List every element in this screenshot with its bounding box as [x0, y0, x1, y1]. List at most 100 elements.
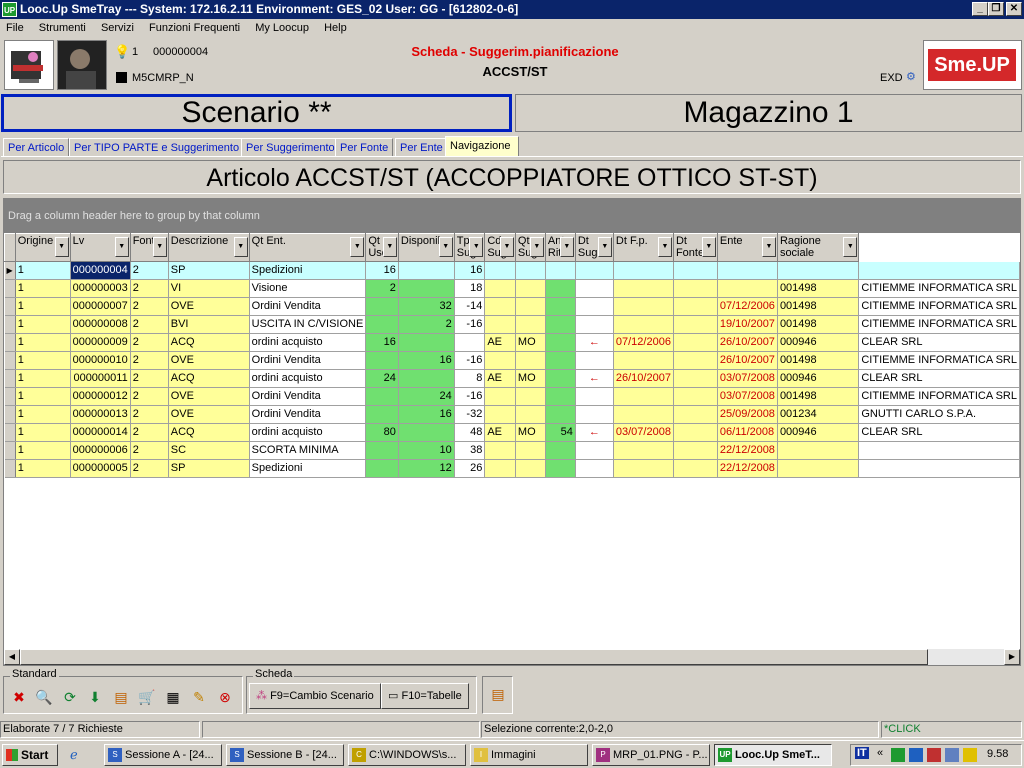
cell-qe[interactable] — [365, 459, 399, 478]
cell-fonte[interactable]: OVE — [168, 405, 250, 424]
cell-desc[interactable]: ordini acquisto — [249, 333, 367, 352]
ie-icon[interactable]: ℯ — [70, 747, 78, 763]
col-cd-sug[interactable]: Cd Sug ▼ — [484, 233, 516, 262]
cell-qu[interactable]: 10 — [398, 441, 455, 460]
cell-cd[interactable] — [515, 279, 546, 298]
table-row[interactable]: 1 000000011 2 ACQ ordini acquisto 24 8 AE MO ← 26/… — [4, 369, 1020, 388]
cell-desc[interactable]: Spedizioni — [249, 459, 367, 478]
cell-dts[interactable] — [613, 459, 674, 478]
edit-icon[interactable]: ▤ — [487, 683, 509, 705]
cell-qu[interactable]: 2 — [398, 315, 455, 334]
task-sessione-b[interactable]: S Sessione B - [24... — [226, 744, 344, 766]
cell-cd[interactable]: MO — [515, 333, 546, 352]
cell-fonte[interactable]: OVE — [168, 387, 250, 406]
chevron-down-icon[interactable]: ▼ — [469, 237, 484, 257]
cell-dtf[interactable]: 03/07/2008 — [717, 387, 778, 406]
tray-network-icon[interactable] — [945, 748, 959, 762]
cell-dtfp[interactable] — [673, 405, 718, 424]
cell-rag[interactable]: CITIEMME INFORMATICA SRL — [858, 315, 1020, 334]
chevron-down-icon[interactable]: ▼ — [597, 237, 612, 257]
cell-o2[interactable]: 000000005 — [70, 459, 131, 478]
task-sessione-a[interactable]: S Sessione A - [24... — [104, 744, 222, 766]
cell-ente[interactable]: 001498 — [777, 351, 860, 370]
cell-qu[interactable]: 32 — [398, 297, 455, 316]
row-selector[interactable] — [4, 423, 16, 442]
cell-qs[interactable] — [545, 369, 576, 388]
horizontal-scrollbar[interactable]: ◀ ▶ — [4, 649, 1020, 665]
tray-tool-icon[interactable] — [963, 748, 977, 762]
cell-o2[interactable]: 000000013 — [70, 405, 131, 424]
cell-dts[interactable] — [613, 297, 674, 316]
cell-o1[interactable]: 1 — [15, 423, 71, 442]
cell-lv[interactable]: 2 — [130, 297, 169, 316]
cell-o1[interactable]: 1 — [15, 351, 71, 370]
cell-qu[interactable]: 16 — [398, 351, 455, 370]
cell-qs[interactable] — [545, 387, 576, 406]
chevron-down-icon[interactable]: ▼ — [701, 237, 716, 257]
col-lv[interactable]: Lv ▼ — [69, 233, 131, 262]
cell-fonte[interactable]: SP — [168, 261, 250, 280]
cell-qe[interactable] — [365, 315, 399, 334]
cell-o1[interactable]: 1 — [15, 279, 71, 298]
cell-o1[interactable]: 1 — [15, 261, 71, 280]
tray-flag-icon[interactable] — [927, 748, 941, 762]
cell-qu[interactable]: 12 — [398, 459, 455, 478]
cell-desc[interactable]: Ordini Vendita — [249, 297, 367, 316]
cell-dtf[interactable]: 22/12/2008 — [717, 441, 778, 460]
cell-dtf[interactable]: 26/10/2007 — [717, 333, 778, 352]
cell-disp[interactable]: 48 — [454, 423, 486, 442]
cell-rag[interactable] — [858, 459, 1020, 478]
row-selector[interactable] — [4, 369, 16, 388]
cell-qs[interactable]: 54 — [545, 423, 576, 442]
col-tp-sug[interactable]: Tp Sug ▼ — [453, 233, 486, 262]
start-button[interactable]: Start — [2, 744, 58, 766]
col-dt-fonte[interactable]: Dt Fonte ▼ — [672, 233, 718, 262]
cell-cd[interactable] — [515, 261, 546, 280]
cell-rag[interactable]: CLEAR SRL — [858, 333, 1020, 352]
cell-disp[interactable]: -14 — [454, 297, 486, 316]
cell-qs[interactable] — [545, 333, 576, 352]
app-logo-icon[interactable] — [4, 40, 54, 90]
cell-dtfp[interactable] — [673, 459, 718, 478]
cell-qu[interactable] — [398, 279, 455, 298]
cell-desc[interactable]: Ordini Vendita — [249, 405, 367, 424]
tab-per-suggerimento[interactable]: Per Suggerimento — [241, 138, 340, 157]
table-row[interactable]: 1 000000006 2 SC SCORTA MINIMA 10 38 22/12/2008 — [4, 441, 1020, 460]
cell-dtfp[interactable] — [673, 387, 718, 406]
cell-disp[interactable]: 16 — [454, 261, 486, 280]
cell-qu[interactable]: 24 — [398, 387, 455, 406]
cell-rag[interactable]: CITIEMME INFORMATICA SRL — [858, 387, 1020, 406]
table-row[interactable]: 1 000000013 2 OVE Ordini Vendita 16 -32 25/09/2… — [4, 405, 1020, 424]
chevron-down-icon[interactable]: ▼ — [152, 237, 167, 257]
col-disponib[interactable]: Disponib. ▼ — [397, 233, 455, 262]
cell-o1[interactable]: 1 — [15, 333, 71, 352]
cell-fonte[interactable]: ACQ — [168, 333, 250, 352]
tray-up-icon[interactable] — [891, 748, 905, 762]
cell-qs[interactable] — [545, 441, 576, 460]
cell-lv[interactable]: 2 — [130, 351, 169, 370]
cell-ente[interactable]: 001498 — [777, 297, 860, 316]
cell-dts[interactable]: 26/10/2007 — [613, 369, 674, 388]
cell-desc[interactable]: ordini acquisto — [249, 369, 367, 388]
avatar[interactable] — [57, 40, 107, 90]
cell-o1[interactable]: 1 — [15, 297, 71, 316]
close-icon[interactable]: ✖ — [8, 686, 30, 708]
cell-cd[interactable] — [515, 441, 546, 460]
cell-qe[interactable]: 2 — [365, 279, 399, 298]
chevron-down-icon[interactable]: ▼ — [499, 237, 514, 257]
cell-qe[interactable]: 16 — [365, 261, 399, 280]
row-selector[interactable]: ▶ — [4, 261, 16, 280]
scenario-panel[interactable]: Scenario ** — [1, 94, 512, 132]
cell-ente[interactable] — [777, 459, 860, 478]
cell-o2[interactable]: 000000006 — [70, 441, 131, 460]
cell-disp[interactable] — [454, 333, 486, 352]
cell-disp[interactable]: -16 — [454, 315, 486, 334]
cell-dts[interactable]: 03/07/2008 — [613, 423, 674, 442]
cell-o1[interactable]: 1 — [15, 315, 71, 334]
row-selector[interactable] — [4, 333, 16, 352]
cell-ant[interactable]: ← — [575, 369, 614, 388]
cell-dtfp[interactable] — [673, 297, 718, 316]
cell-qs[interactable] — [545, 405, 576, 424]
row-selector[interactable] — [4, 297, 16, 316]
cell-o1[interactable]: 1 — [15, 369, 71, 388]
